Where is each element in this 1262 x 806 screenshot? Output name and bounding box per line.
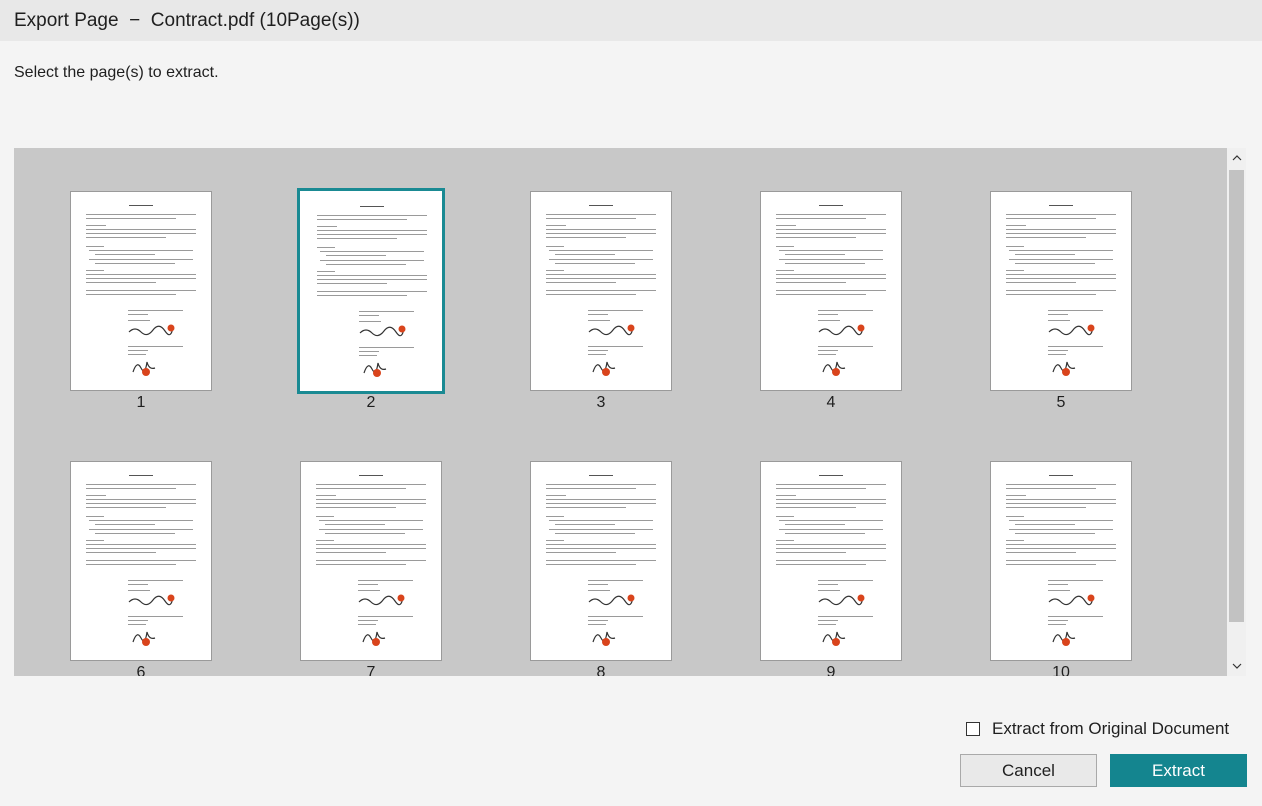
page-preview [70,191,212,391]
page-preview [760,461,902,661]
scrollbar-thumb[interactable] [1229,170,1244,622]
dialog-titlebar: Export Page − Contract.pdf (10Page(s)) [0,0,1262,41]
extract-button[interactable]: Extract [1110,754,1247,787]
page-number: 4 [826,394,836,411]
extract-original-option[interactable]: Extract from Original Document [966,719,1229,739]
page-number: 3 [596,394,606,411]
page-number: 1 [136,394,146,411]
page-preview [990,191,1132,391]
vertical-scrollbar[interactable] [1227,148,1246,676]
page-preview [70,461,212,661]
page-thumbnail-grid: 1 2 3 4 5 6 7 8 9 10 [14,148,1246,676]
page-number: 7 [366,664,376,676]
instruction-text: Select the page(s) to extract. [14,64,219,81]
page-preview [990,461,1132,661]
page-number: 10 [1052,664,1070,676]
page-number: 9 [826,664,836,676]
page-number: 5 [1056,394,1066,411]
page-preview [300,461,442,661]
dialog-title: Export Page − Contract.pdf (10Page(s)) [14,9,360,31]
cancel-button[interactable]: Cancel [960,754,1097,787]
page-number: 2 [366,394,376,411]
page-number: 6 [136,664,146,676]
page-preview [530,191,672,391]
page-preview [297,188,445,394]
page-preview [760,191,902,391]
extract-original-label[interactable]: Extract from Original Document [992,719,1229,739]
page-preview [530,461,672,661]
chevron-up-icon[interactable] [1227,148,1246,168]
page-number: 8 [596,664,606,676]
chevron-down-icon[interactable] [1227,656,1246,676]
extract-original-checkbox[interactable] [966,722,980,736]
